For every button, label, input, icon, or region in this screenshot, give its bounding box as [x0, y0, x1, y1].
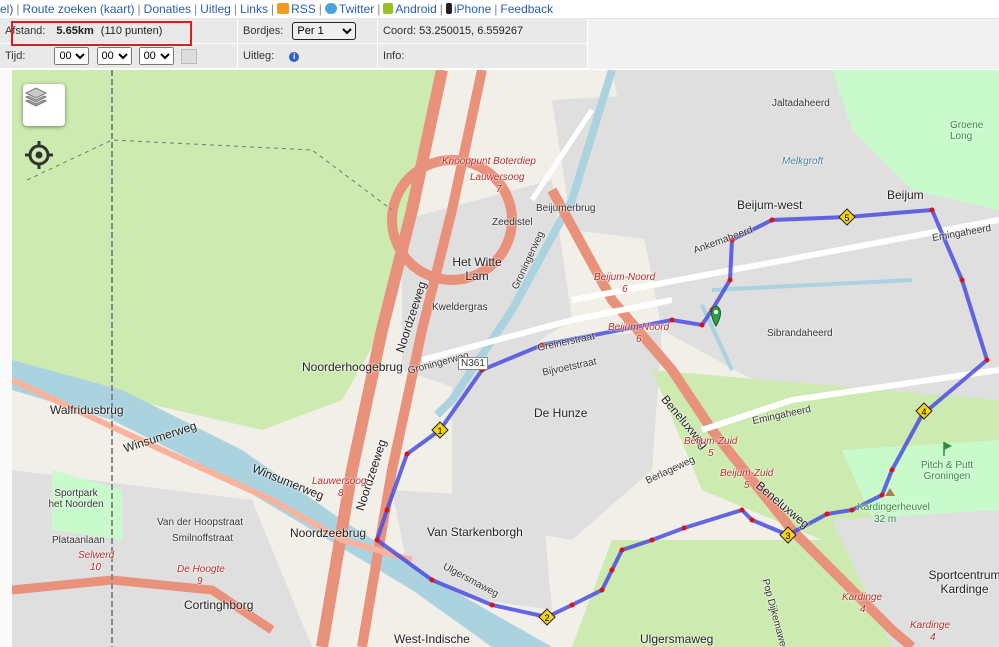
map-label-pitch-putt: Pitch & Putt Groningen	[920, 460, 974, 482]
map-label-knooppunt: Knooppunt Boterdiep	[442, 156, 536, 167]
svg-text:4: 4	[921, 407, 926, 417]
map-label-de-hoogte: De Hoogte	[177, 564, 225, 575]
map-label-beijum-noord-2: Beijum-Noord	[608, 322, 670, 333]
nav-link-twitter[interactable]: Twitter	[339, 2, 374, 16]
iphone-icon	[445, 3, 452, 14]
map-label-smilnoffstraat: Smilnoffstraat	[172, 533, 233, 544]
nav-link-route-zoeken[interactable]: Route zoeken (kaart)	[22, 2, 134, 16]
map-label-beijum-noord: Beijum-Noord	[594, 272, 656, 283]
info-label: Info:	[383, 50, 405, 62]
time-label: Tijd:	[5, 50, 26, 62]
map-label-n361: N361	[458, 357, 488, 370]
map-label-lauwersoog-7-num: 7	[496, 184, 502, 195]
nav-link-links[interactable]: Links	[240, 2, 268, 16]
svg-text:5: 5	[844, 213, 849, 223]
explain-label: Uitleg:	[243, 50, 275, 62]
map-label-lauwersoog-7: Lauwersoog	[470, 172, 525, 183]
nav-link-android[interactable]: Android	[395, 2, 436, 16]
map-label-beijum-zuid: Beijum-Zuid	[684, 436, 738, 447]
map-label-kardingerheuvel: Kardingerheuvel	[857, 502, 930, 513]
explain-cell: Uitleg: i	[238, 44, 378, 69]
crosshair-icon	[25, 141, 53, 169]
coord-value: 53.250015, 6.559267	[419, 25, 524, 37]
nav-link-partial[interactable]: el)	[0, 2, 13, 16]
map-label-west-indische: West-Indische	[394, 632, 470, 646]
time-hours-select[interactable]: 00	[54, 47, 90, 65]
info-cell: Info:	[378, 44, 588, 69]
map-label-jaltadaheerd: Jaltadaheerd	[772, 98, 830, 109]
map-label-noordzeebrug: Noordzeebrug	[290, 526, 367, 540]
map-label-noorderhoogebrug: Noorderhoogebrug	[302, 360, 403, 374]
nav-link-feedback[interactable]: Feedback	[500, 2, 553, 16]
map-label-beijum-zuid-2: Beijum-Zuid	[720, 468, 774, 479]
map-label-walfridusbrug: Walfridusbrug	[50, 403, 124, 417]
android-icon	[383, 3, 394, 14]
twitter-icon	[324, 3, 337, 14]
top-navigation: el) | Route zoeken (kaart) | Donaties | Uitleg…	[0, 0, 999, 19]
map-label-kweldergras: Kweldergras	[432, 302, 488, 313]
time-seconds-select[interactable]: 00	[138, 47, 174, 65]
map-label-sportcentrum: Sportcentrum Kardinge	[928, 568, 999, 596]
signs-cell: Bordjes: Per 1	[238, 19, 378, 44]
coord-cell: Coord: 53.250015, 6.559267	[378, 19, 588, 44]
nav-link-uitleg[interactable]: Uitleg	[200, 2, 231, 16]
map-label-kardinge-2: Kardinge	[910, 620, 951, 631]
nav-link-rss[interactable]: RSS	[291, 2, 316, 16]
calculator-icon[interactable]	[180, 48, 197, 64]
nav-link-donaties[interactable]: Donaties	[144, 2, 191, 16]
map-label-sportpark: Sportpark het Noorden	[48, 488, 104, 510]
map-label-beijum-zuid-2-num: 5	[744, 480, 750, 491]
svg-text:3: 3	[785, 531, 790, 541]
signs-label: Bordjes:	[243, 25, 284, 37]
map-label-beijum-zuid-num: 5	[708, 448, 714, 459]
signs-select[interactable]: Per 1	[292, 22, 357, 40]
rss-icon	[277, 3, 290, 14]
map-label-het-witte-lam: Het Witte Lam	[452, 255, 502, 283]
map-label-beijum-noord-2-num: 6	[636, 334, 642, 345]
time-minutes-select[interactable]: 00	[96, 47, 132, 65]
map-label-van-starkenborgh: Van Starkenborgh	[427, 525, 523, 539]
map-label-groene-long: Groene Long	[950, 120, 984, 142]
nav-link-iphone[interactable]: iPhone	[454, 2, 491, 16]
map-label-cortinghborg: Cortinghborg	[184, 598, 254, 612]
map-label-kardinge-2-num: 4	[930, 632, 936, 643]
map-label-beijum-west: Beijum-west	[737, 198, 803, 212]
map-label-selwerd-num: 10	[90, 562, 102, 573]
map-label-plataanlaan: Plataanlaan	[52, 535, 105, 546]
svg-text:2: 2	[544, 613, 549, 623]
map-label-beijum-noord-num: 6	[622, 284, 628, 295]
map-label-van-der-hoopstraat: Van der Hoopstraat	[157, 517, 243, 528]
map-label-de-hunze: De Hunze	[534, 406, 588, 420]
map-label-melkgroft: Melkgroft	[782, 156, 824, 167]
map-label-ulgersmaweg-2: Ulgersmaweg	[640, 632, 714, 646]
map-label-sibrandaheerd: Sibrandaheerd	[767, 328, 833, 339]
info-icon[interactable]: i	[289, 52, 300, 62]
map-label-kardinge-num: 4	[860, 604, 866, 615]
map-label-beijum: Beijum	[887, 188, 924, 202]
map-label-kardingerheuvel-num: 32 m	[874, 514, 897, 525]
locate-button[interactable]	[24, 140, 54, 170]
map-label-beijumerbrug: Beijumerbrug	[536, 203, 596, 214]
coord-label: Coord:	[383, 25, 417, 37]
map-label-de-hoogte-num: 9	[197, 576, 203, 587]
svg-text:1: 1	[437, 426, 442, 436]
map-label-lauwersoog-8-num: 8	[338, 488, 344, 499]
layers-icon	[24, 87, 48, 107]
map-label-selwerd: Selwerd	[78, 550, 115, 561]
time-cell: Tijd: 00 00 00	[0, 44, 238, 69]
map-label-zeedistel: Zeedistel	[492, 217, 533, 228]
map-label-kardinge: Kardinge	[842, 592, 883, 603]
map-label-lauwersoog-8: Lauwersoog	[312, 476, 367, 487]
distance-highlight-box	[11, 21, 192, 46]
map-view[interactable]: 1 2 3 4 5 Knooppunt Boterdiep Lauwersoog…	[12, 70, 999, 647]
layers-button[interactable]	[23, 84, 65, 126]
